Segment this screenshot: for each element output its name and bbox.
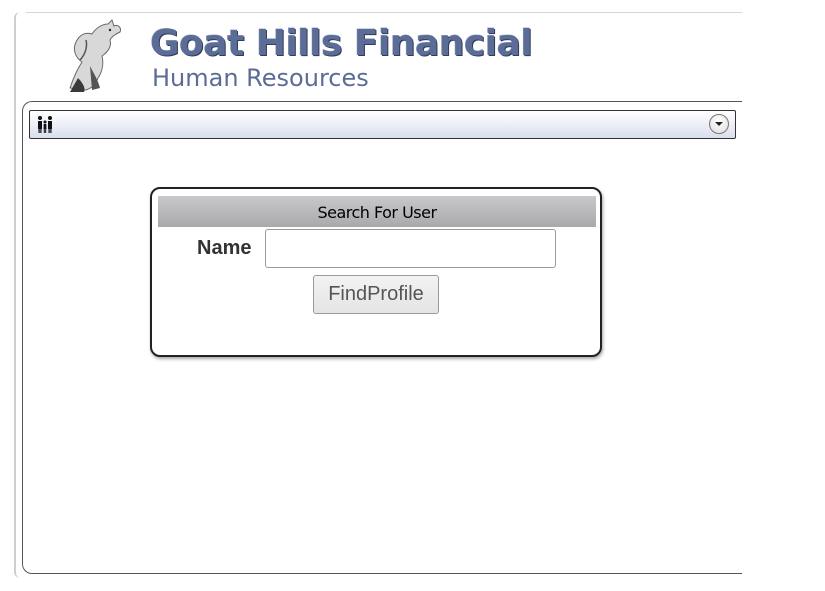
goat-logo-icon — [69, 19, 121, 92]
search-user-panel: Search For User Name FindProfile — [150, 187, 602, 357]
find-profile-button[interactable]: FindProfile — [313, 275, 439, 314]
page-subtitle: Human Resources — [152, 64, 369, 92]
people-icon[interactable] — [36, 115, 56, 133]
site-header: Goat Hills Financial Human Resources — [20, 14, 740, 102]
chevron-down-icon[interactable] — [709, 114, 729, 134]
name-label: Name — [197, 237, 252, 259]
page-title: Goat Hills Financial — [150, 23, 533, 64]
name-input[interactable] — [265, 229, 556, 268]
nav-bar[interactable] — [29, 110, 736, 139]
panel-title: Search For User — [158, 196, 596, 227]
